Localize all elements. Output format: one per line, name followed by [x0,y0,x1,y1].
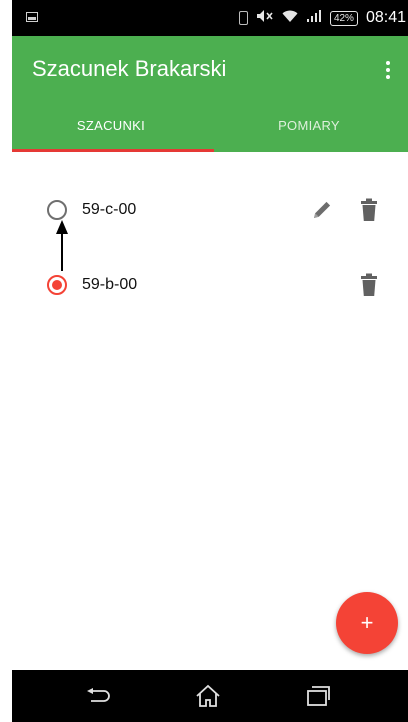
tab-szacunki[interactable]: SZACUNKI [12,106,210,152]
add-button[interactable]: + [336,592,398,654]
item-label: 59-b-00 [82,276,138,293]
back-icon[interactable] [78,678,118,714]
notification-icon [26,12,38,22]
status-bar: 42% 08:41 [12,0,408,36]
tab-pomiary[interactable]: POMIARY [210,106,408,152]
radio-button[interactable] [47,200,67,220]
vibrate-icon [238,11,248,25]
navigation-bar [12,670,408,722]
overflow-menu-icon[interactable] [376,56,400,84]
screenshot-frame: 42% 08:41 Szacunek Brakarski SZACUNKI PO… [0,0,408,722]
phone-screen: 42% 08:41 Szacunek Brakarski SZACUNKI PO… [12,0,408,722]
status-time: 08:41 [365,9,406,26]
recents-icon[interactable] [298,678,338,714]
battery-icon: 42% [329,10,358,26]
list-item[interactable]: 59-b-00 [12,257,408,317]
signal-icon [306,0,322,36]
wifi-icon [282,0,298,36]
delete-icon[interactable] [355,271,383,299]
tab-indicator [12,149,214,152]
app-title: Szacunek Brakarski [32,56,227,81]
radio-button-selected[interactable] [47,275,67,295]
home-icon[interactable] [188,678,228,714]
status-icons: 42% 08:41 [238,0,408,36]
app-bar: Szacunek Brakarski SZACUNKI POMIARY [12,36,408,152]
edit-icon[interactable] [308,196,336,224]
tab-bar: SZACUNKI POMIARY [12,106,408,152]
mute-icon [256,0,274,36]
list-item[interactable]: 59-c-00 [12,182,408,242]
item-label: 59-c-00 [82,201,137,218]
delete-icon[interactable] [355,196,383,224]
